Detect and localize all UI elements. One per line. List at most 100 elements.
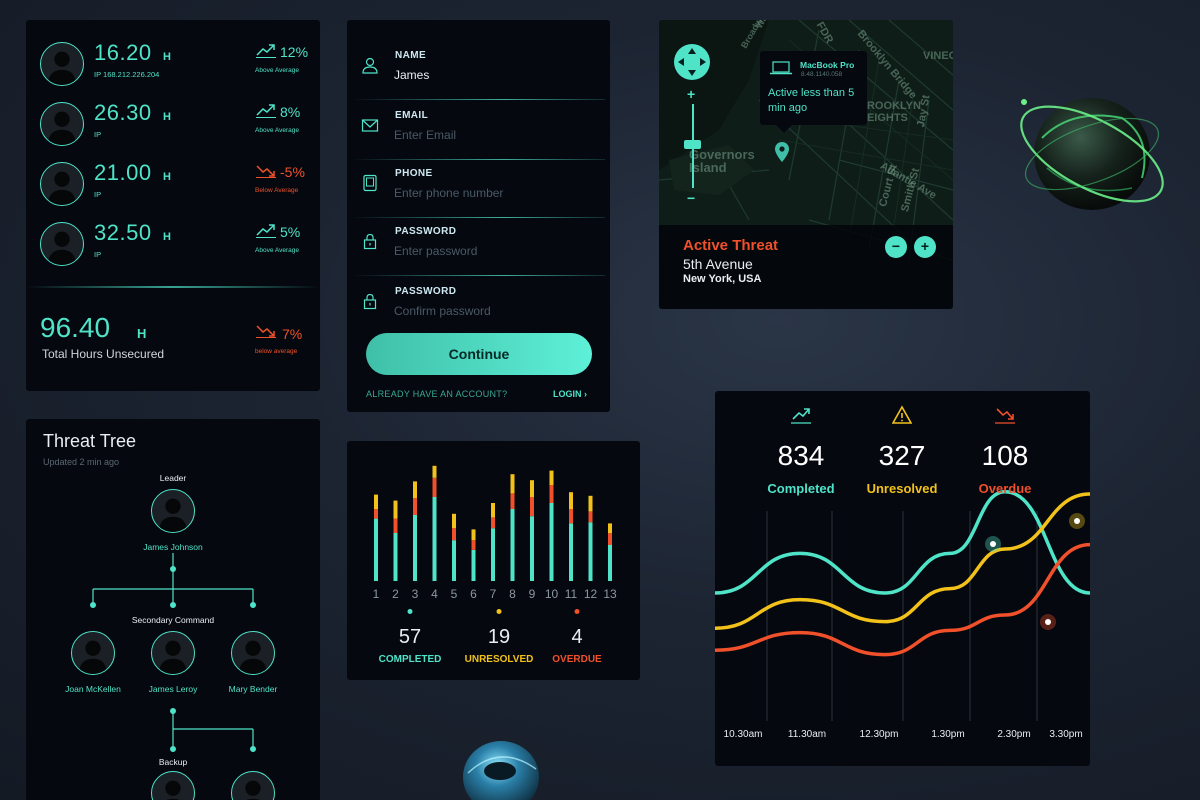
total-trend-note: below average [255,348,298,355]
avatar[interactable] [231,631,275,675]
total-hours-label: Total Hours Unsecured [42,347,165,361]
x-tick-label: 11.30am [787,729,827,740]
avatar[interactable] [40,102,84,146]
avatar[interactable] [40,222,84,266]
bar-segment-completed [452,540,456,581]
bar-segment-overdue [549,485,554,503]
bar-segment-unresolved [471,529,476,541]
login-link[interactable]: LOGIN › [553,389,587,399]
password-field[interactable] [394,242,594,260]
bar-segment-overdue [471,540,476,550]
avatar[interactable] [40,42,84,86]
bar-segment-overdue [569,509,573,524]
highlight-point[interactable] [990,541,996,547]
zoom-slider-thumb[interactable] [684,140,701,149]
highlight-point[interactable] [1045,619,1051,625]
bar-segment-overdue [393,518,398,533]
field-label: PASSWORD [395,286,457,297]
bar-segment-completed [413,515,417,581]
threat-city: New York, USA [683,273,762,285]
trend-percent: -5% [280,164,305,180]
location-pin-icon[interactable] [774,141,790,163]
password-field[interactable] [394,302,594,320]
x-tick-label: 11 [564,587,578,601]
secondary-role-label: Secondary Command [131,615,215,625]
bar-segment-unresolved [588,495,593,512]
summary-value: 57 [398,626,422,648]
leader-role-label: Leader [159,473,187,483]
bar-segment-unresolved [374,494,378,509]
ip-address: IP [94,130,101,139]
backup-role-label: Backup [158,757,188,767]
name-field[interactable] [394,66,594,84]
slider-plus-icon[interactable]: + [687,86,695,102]
pan-control[interactable] [674,44,710,80]
bar-segment-unresolved [432,465,437,478]
trend-note: Above Average [255,127,299,134]
phone-field[interactable] [394,184,594,202]
slider-minus-icon[interactable]: − [687,190,695,206]
bar-segment-completed [569,523,573,581]
total-hours-unit: H [137,326,147,341]
x-tick-label: 3 [411,587,419,601]
bar-segment-unresolved [569,492,573,509]
x-tick-label: 1 [372,587,380,601]
legend-dot [496,609,502,614]
stats-divider [26,286,320,288]
bar-segment-completed [530,516,534,581]
decorative-3d-orb [1020,98,1164,210]
headline-label: Overdue [978,481,1032,496]
avatar[interactable] [71,631,115,675]
x-tick-label: 13 [603,587,617,601]
street-label: VINEG [923,50,953,62]
mail-icon [361,119,379,132]
hours-unit: H [163,111,171,123]
bar-segment-overdue [374,509,378,519]
field-underline [352,98,605,100]
avatar[interactable] [151,489,195,533]
stat-row: 26.30 H IP 8% Above Average [26,100,320,158]
continue-button[interactable]: Continue [366,333,592,375]
device-tooltip: MacBook Pro 8.48.1140.058 Active less th… [760,51,867,133]
bar-segment-overdue [432,477,437,497]
leader-name: James Johnson [143,542,203,552]
ip-label: IP [94,190,102,199]
avatar[interactable] [151,631,195,675]
hours-stats-card: 16.20 H IP 168.212.226.204 12% Above Average… [26,20,320,391]
email-field[interactable] [394,126,594,144]
bar-segment-unresolved [530,480,534,497]
field-label: EMAIL [395,110,429,121]
decorative-3d-orb [463,741,539,800]
form-field: PHONE [347,160,610,218]
ip-address: IP 168.212.226.204 [94,70,159,79]
signup-form-card: NAMEEMAILPHONEPASSWORDPASSWORD Continue … [347,20,610,412]
bar-segment-completed [491,528,495,581]
hours-value: 21.00 [94,160,152,185]
trend-up-icon [256,104,276,118]
zoom-in-button[interactable]: + [914,236,936,258]
trend-up-icon [791,408,811,424]
ip-value: 168.212.226.204 [103,70,160,79]
bar-segment-unresolved [452,513,456,529]
bar-segment-completed [549,503,554,581]
headline-count: 108 [981,440,1029,471]
form-field: PASSWORD [347,218,610,276]
trend-percent: 12% [280,44,309,60]
trend-note: Above Average [255,67,299,74]
summary-value: 4 [571,626,583,648]
x-tick-label: 2.30pm [997,729,1031,740]
device-name: MacBook Pro [800,60,855,70]
highlight-point[interactable] [1074,518,1080,524]
bar-segment-completed [510,509,515,581]
threat-map-card: Brooklyn Bridge Governors Island BROOKLY… [659,20,953,309]
hours-value: 16.20 [94,40,152,65]
zoom-out-button[interactable]: − [885,236,907,258]
avatar[interactable] [40,162,84,206]
field-label: PASSWORD [395,226,457,237]
field-label: PHONE [395,168,433,179]
threat-title: Active Threat [683,237,779,254]
bar-segment-unresolved [491,503,495,518]
bar-segment-overdue [588,511,593,523]
summary-value: 19 [487,626,511,648]
secondary-name: James Leroy [148,684,198,694]
